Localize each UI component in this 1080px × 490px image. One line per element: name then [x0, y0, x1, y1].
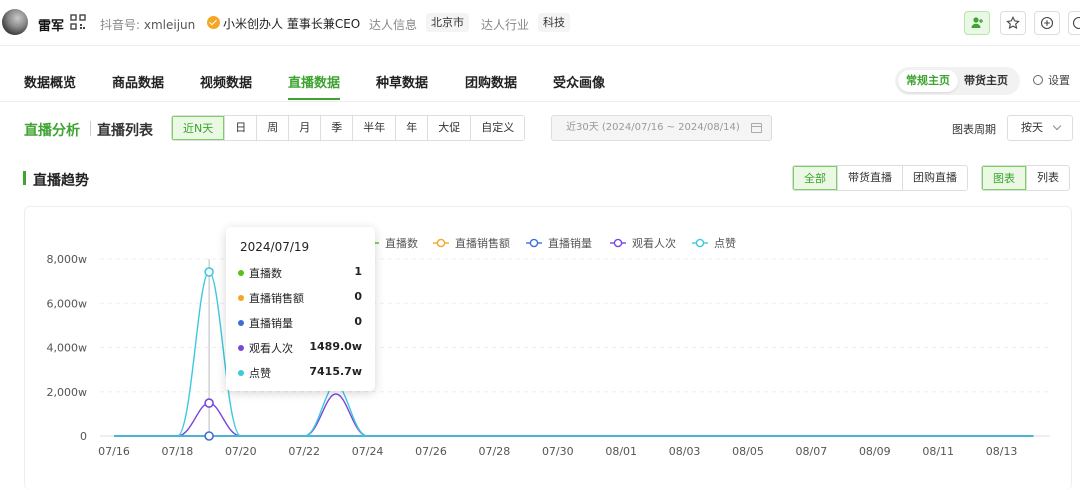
series-line-4 — [114, 393, 1034, 437]
x-tick-label: 07/30 — [542, 445, 574, 458]
y-tick-label: 2,000w — [47, 386, 88, 399]
legend-marker — [695, 238, 705, 248]
legend-label: 观看人次 — [632, 236, 676, 250]
x-tick-label: 07/16 — [98, 445, 130, 458]
series-dot — [238, 345, 244, 351]
tooltip-date: 2024/07/19 — [240, 240, 310, 254]
x-tick-label: 08/11 — [922, 445, 954, 458]
y-tick-label: 0 — [80, 430, 87, 443]
x-tick-label: 07/18 — [162, 445, 194, 458]
series-dot — [238, 295, 244, 301]
tooltip-row: 直播销售额 0 — [238, 290, 364, 306]
legend-marker — [613, 238, 623, 248]
y-tick-label: 6,000w — [47, 297, 88, 310]
series-dot — [238, 270, 244, 276]
x-tick-label: 08/07 — [796, 445, 828, 458]
legend-marker — [436, 238, 446, 248]
tooltip-row: 直播销量 0 — [238, 315, 364, 331]
legend-marker — [529, 238, 539, 248]
legend-label: 直播销量 — [548, 236, 592, 250]
legend-label: 点赞 — [714, 237, 736, 250]
tooltip-row: 直播数 1 — [238, 265, 364, 281]
tooltip-row: 观看人次 1489.0w — [238, 340, 364, 356]
y-tick-label: 8,000w — [47, 253, 88, 266]
x-tick-label: 08/09 — [859, 445, 891, 458]
x-tick-label: 07/24 — [352, 445, 384, 458]
tooltip-row: 点赞 7415.7w — [238, 365, 364, 381]
x-tick-label: 08/13 — [986, 445, 1018, 458]
x-tick-label: 08/03 — [669, 445, 701, 458]
x-tick-label: 07/20 — [225, 445, 257, 458]
legend-label: 直播数 — [385, 236, 418, 250]
data-point — [204, 267, 214, 277]
series-dot — [238, 320, 244, 326]
legend-label: 直播销售额 — [455, 236, 510, 250]
data-point — [204, 431, 214, 441]
data-point — [204, 398, 214, 408]
x-tick-label: 08/01 — [605, 445, 637, 458]
x-tick-label: 07/26 — [415, 445, 447, 458]
x-tick-label: 07/28 — [479, 445, 511, 458]
series-dot — [238, 370, 244, 376]
x-tick-label: 07/22 — [288, 445, 320, 458]
chart-tooltip: 2024/07/19 直播数 1 直播销售额 0 直播销量 0 观看人次 1489.0w… — [226, 227, 375, 391]
y-tick-label: 4,000w — [47, 342, 88, 355]
x-tick-label: 08/05 — [732, 445, 764, 458]
trend-chart[interactable]: 0 2,000w 4,000w 6,000w 8,000w 07/16 07/18 07/20… — [0, 0, 1080, 490]
